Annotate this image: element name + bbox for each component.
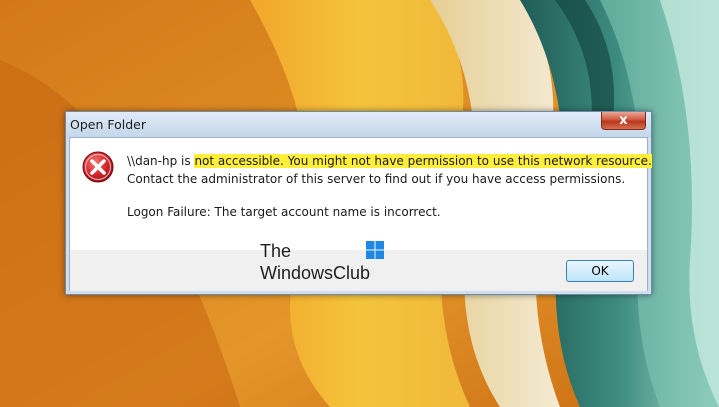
message-line-3: Logon Failure: The target account name i… [127, 205, 441, 219]
message-server-name: \\dan-hp is [127, 154, 195, 168]
ok-button[interactable]: OK [566, 260, 634, 282]
close-button[interactable]: x [601, 112, 646, 130]
watermark-line-1: The [260, 241, 292, 261]
close-icon: x [619, 113, 628, 128]
error-icon [82, 151, 114, 183]
watermark-line-2: WindowsClub [260, 263, 371, 283]
message-line-1: \\dan-hp is not accessible. You might no… [127, 154, 652, 168]
dialog-titlebar[interactable]: Open Folder x [66, 112, 651, 137]
windows-logo-icon [366, 241, 384, 259]
dialog-title: Open Folder [70, 117, 146, 132]
message-line-2: Contact the administrator of this server… [127, 172, 626, 186]
message-highlighted-text: not accessible. You might not have permi… [194, 154, 652, 168]
